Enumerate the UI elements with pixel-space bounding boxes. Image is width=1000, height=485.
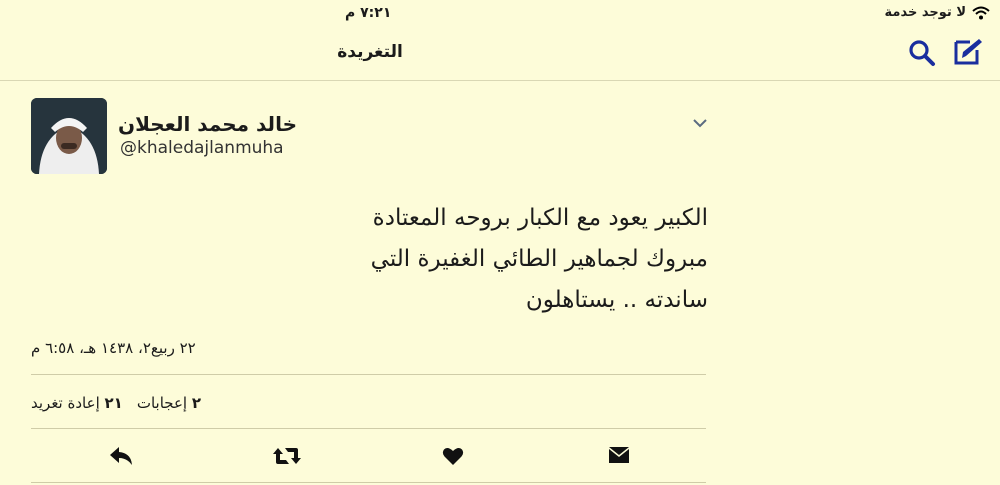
- reply-icon: [110, 447, 132, 465]
- likes-count: ٢: [191, 394, 202, 412]
- status-carrier: لا توجد خدمة: [885, 5, 990, 20]
- compose-icon[interactable]: [952, 36, 984, 68]
- retweet-button[interactable]: [267, 440, 307, 472]
- tweet-stats: ٢ إعجابات ٢١ إعادة تغريد: [31, 394, 201, 412]
- divider: [31, 482, 706, 483]
- retweets-count: ٢١: [104, 394, 123, 412]
- wifi-icon: [972, 6, 990, 19]
- likes-label: إعجابات: [136, 394, 188, 412]
- direct-message-button[interactable]: [599, 440, 639, 472]
- chevron-down-icon[interactable]: [692, 117, 708, 129]
- reply-button[interactable]: [101, 440, 141, 472]
- envelope-icon: [609, 447, 629, 463]
- status-bar: ٧:٢١ م لا توجد خدمة: [0, 0, 1000, 28]
- tweet-text-line: ساندته .. يستاهلون: [525, 287, 708, 313]
- retweet-icon: [273, 448, 301, 464]
- author-name[interactable]: خالد محمد العجلان: [118, 112, 297, 136]
- retweets-label: إعادة تغريد: [31, 394, 100, 412]
- tweet-actions: [31, 440, 706, 476]
- status-time: ٧:٢١ م: [345, 5, 392, 21]
- page-title: التغريدة: [337, 42, 403, 62]
- divider: [31, 428, 706, 429]
- tweet-detail: خالد محمد العجلان @khaledajlanmuha الكبي…: [0, 80, 1000, 485]
- avatar-image: [31, 98, 107, 174]
- search-icon[interactable]: [907, 38, 937, 68]
- retweets-stat[interactable]: ٢١ إعادة تغريد: [31, 394, 123, 412]
- likes-stat[interactable]: ٢ إعجابات: [137, 394, 201, 412]
- tweet-text-line: مبروك لجماهير الطائي الغفيرة التي: [370, 246, 708, 272]
- divider: [31, 374, 706, 375]
- like-button[interactable]: [433, 440, 473, 472]
- tweet-text-line: الكبير يعود مع الكبار بروحه المعتادة: [372, 205, 708, 231]
- tweet-timestamp: ٢٢ ربيع٢، ١٤٣٨ هـ، ٦:٥٨ م: [31, 339, 196, 357]
- carrier-text: لا توجد خدمة: [884, 5, 966, 20]
- avatar[interactable]: [31, 98, 107, 174]
- tweet-text: الكبير يعود مع الكبار بروحه المعتادة مبر…: [370, 198, 708, 321]
- author-handle[interactable]: @khaledajlanmuha: [120, 138, 284, 158]
- nav-bar: التغريدة: [0, 28, 1000, 81]
- heart-icon: [442, 448, 464, 465]
